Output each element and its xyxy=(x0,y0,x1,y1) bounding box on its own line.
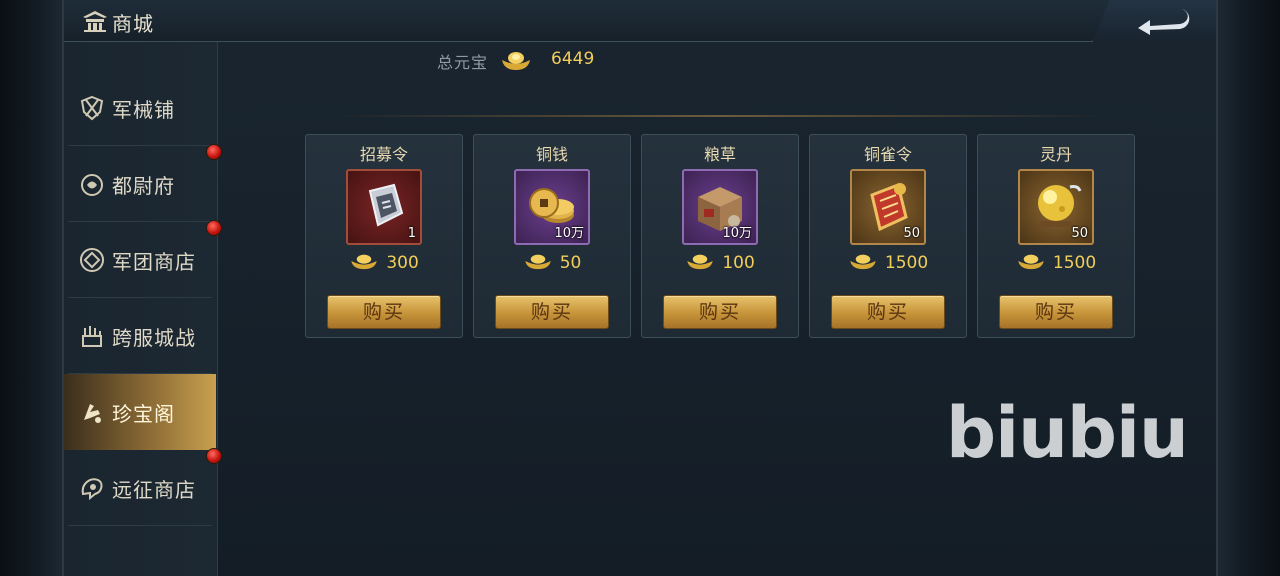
sidebar-item-armory[interactable]: 军械铺 xyxy=(64,70,216,146)
item-price: 1500 xyxy=(978,251,1134,275)
item-quantity: 10万 xyxy=(554,226,584,241)
sidebar-item-expedition-shop[interactable]: 远征商店 xyxy=(64,448,222,526)
gold-ingot-icon xyxy=(500,48,532,76)
sidebar-item-label: 军团商店 xyxy=(112,250,196,274)
sidebar-item-cross-server-battle[interactable]: 跨服城战 xyxy=(64,298,216,374)
item-name: 铜雀令 xyxy=(863,145,912,164)
section-divider xyxy=(330,115,1110,117)
shop-item-card: 灵丹 50 1500 购买 xyxy=(977,134,1135,338)
left-frame xyxy=(0,0,64,576)
item-price: 50 xyxy=(474,251,630,275)
sidebar-item-treasure-pavilion[interactable]: 珍宝阁 xyxy=(64,374,216,450)
armory-icon xyxy=(78,94,106,122)
back-arrow-icon xyxy=(1138,9,1190,35)
item-slot[interactable]: 50 xyxy=(1018,169,1094,245)
item-price: 100 xyxy=(642,251,798,275)
watermark: biubiu xyxy=(946,392,1189,474)
buy-button-label: 购买 xyxy=(1034,301,1077,323)
sidebar-item-commandant[interactable]: 都尉府 xyxy=(64,144,222,222)
item-slot[interactable]: 50 xyxy=(850,169,926,245)
page-title: 商城 xyxy=(112,12,154,36)
sidebar-item-label: 都尉府 xyxy=(112,174,175,198)
item-slot[interactable]: 10万 xyxy=(514,169,590,245)
cross-server-battle-icon xyxy=(78,322,106,350)
legion-shop-icon xyxy=(78,246,106,274)
item-name: 灵丹 xyxy=(1039,145,1072,164)
item-name: 粮草 xyxy=(703,145,736,164)
buy-button-label: 购买 xyxy=(866,301,909,323)
buy-button[interactable]: 购买 xyxy=(999,295,1113,329)
sidebar: 军械铺 都尉府 军团商店 跨服城战 珍宝阁 远征商店 xyxy=(64,42,222,576)
sidebar-item-label: 珍宝阁 xyxy=(112,402,175,426)
buy-button-label: 购买 xyxy=(362,301,405,323)
gold-ingot-icon xyxy=(1016,251,1046,275)
item-price: 1500 xyxy=(810,251,966,275)
item-quantity: 1 xyxy=(407,226,416,241)
shop-pavilion-icon xyxy=(82,9,108,33)
commandant-icon xyxy=(78,170,106,198)
total-currency-value: 6449 xyxy=(551,49,595,69)
gold-ingot-icon xyxy=(685,251,715,275)
item-quantity: 10万 xyxy=(722,226,752,241)
notification-badge xyxy=(206,448,222,464)
shop-item-card: 粮草 10万 100 购买 xyxy=(641,134,799,338)
sidebar-item-label: 远征商店 xyxy=(112,478,196,502)
shop-item-card: 铜钱 10万 50 购买 xyxy=(473,134,631,338)
gold-ingot-icon xyxy=(848,251,878,275)
buy-button[interactable]: 购买 xyxy=(663,295,777,329)
sidebar-item-legion-shop[interactable]: 军团商店 xyxy=(64,220,222,298)
buy-button[interactable]: 购买 xyxy=(327,295,441,329)
item-name: 招募令 xyxy=(359,145,408,164)
price-value: 1500 xyxy=(884,253,929,273)
price-value: 1500 xyxy=(1052,253,1097,273)
price-value: 100 xyxy=(722,253,755,273)
notification-badge xyxy=(206,144,222,160)
item-name: 铜钱 xyxy=(535,145,568,164)
divider xyxy=(68,525,212,526)
item-price: 300 xyxy=(306,251,462,275)
treasure-pavilion-icon xyxy=(78,398,106,426)
right-frame xyxy=(1216,0,1280,576)
shop-item-card: 招募令 1 300 购买 xyxy=(305,134,463,338)
gold-ingot-icon xyxy=(349,251,379,275)
item-slot[interactable]: 1 xyxy=(346,169,422,245)
price-value: 300 xyxy=(386,253,419,273)
sidebar-item-label: 跨服城战 xyxy=(112,326,196,350)
header-bar: 商城 xyxy=(64,0,1216,42)
buy-button[interactable]: 购买 xyxy=(831,295,945,329)
notification-badge xyxy=(206,220,222,236)
buy-button-label: 购买 xyxy=(698,301,741,323)
back-button[interactable] xyxy=(1092,0,1216,42)
item-quantity: 50 xyxy=(903,226,920,241)
total-currency-label: 总元宝 xyxy=(437,53,489,72)
item-quantity: 50 xyxy=(1071,226,1088,241)
expedition-shop-icon xyxy=(78,474,106,502)
buy-button[interactable]: 购买 xyxy=(495,295,609,329)
sidebar-item-label: 军械铺 xyxy=(112,98,175,122)
recruit-token-icon xyxy=(368,183,404,227)
buy-button-label: 购买 xyxy=(530,301,573,323)
shop-item-card: 铜雀令 50 1500 购买 xyxy=(809,134,967,338)
game-screen: 商城 军械铺 都尉府 军团商店 跨服城战 珍宝阁 远征商店 总元宝 6449 招… xyxy=(0,0,1280,576)
gold-ingot-icon xyxy=(523,251,553,275)
price-value: 50 xyxy=(559,253,582,273)
item-slot[interactable]: 10万 xyxy=(682,169,758,245)
